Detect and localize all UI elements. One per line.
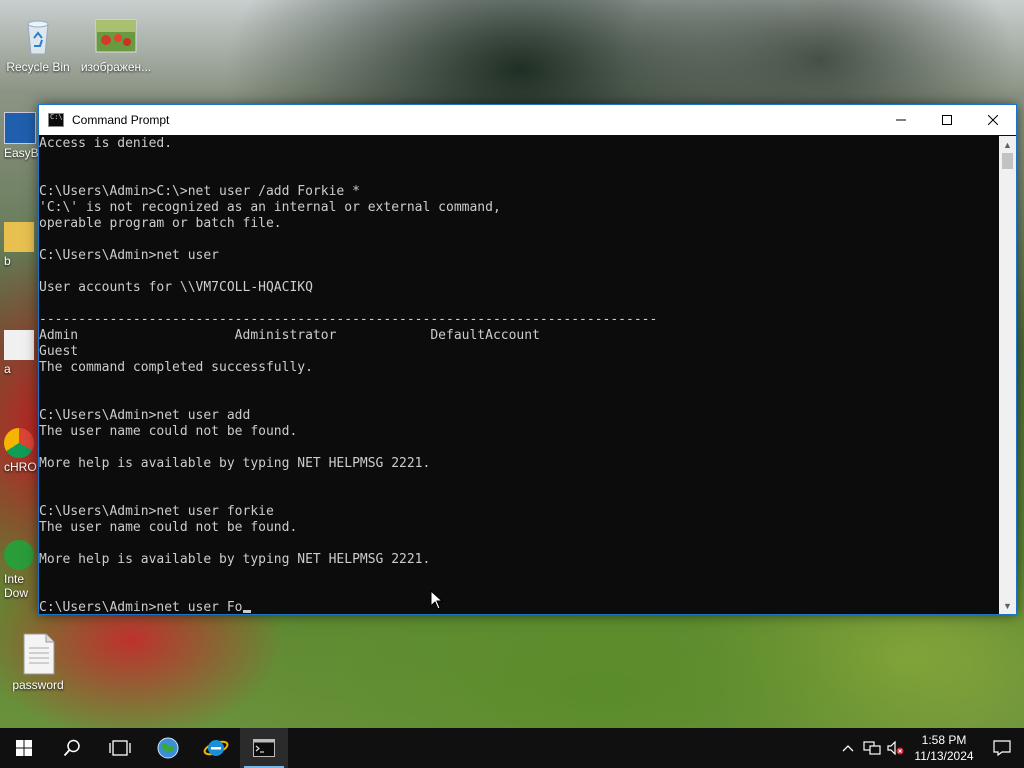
recycle-bin-icon xyxy=(16,14,60,58)
taskbar-app-browser[interactable] xyxy=(144,728,192,768)
task-view-icon xyxy=(109,740,131,756)
taskbar-app-cmd[interactable] xyxy=(240,728,288,768)
start-button[interactable] xyxy=(0,728,48,768)
document-icon xyxy=(4,330,34,360)
console-line: C:\Users\Admin>net user forkie xyxy=(39,504,274,519)
show-hidden-icons-button[interactable] xyxy=(836,728,860,768)
action-center-button[interactable] xyxy=(980,728,1024,768)
network-icon xyxy=(863,741,881,755)
console-line: operable program or batch file. xyxy=(39,216,282,231)
desktop-icon-label: a xyxy=(4,362,11,376)
console-line: User accounts for \\VM7COLL-HQACIKQ xyxy=(39,280,313,295)
scroll-down-button[interactable]: ▼ xyxy=(999,597,1016,614)
console-line: C:\Users\Admin>net user add xyxy=(39,408,251,423)
maximize-icon xyxy=(942,115,952,125)
notification-icon xyxy=(993,740,1011,756)
desktop-icon-label: Dow xyxy=(4,586,29,600)
cmd-window[interactable]: Command Prompt Access is denied. C:\User… xyxy=(38,104,1017,615)
title-bar[interactable]: Command Prompt xyxy=(39,105,1016,135)
scroll-up-button[interactable]: ▲ xyxy=(999,136,1016,153)
window-controls xyxy=(878,105,1016,135)
desktop-icon-password[interactable]: password xyxy=(2,632,74,692)
clock-time: 1:58 PM xyxy=(921,733,967,747)
task-view-button[interactable] xyxy=(96,728,144,768)
console-line: Admin Administrator DefaultAccount xyxy=(39,328,540,343)
desktop-icon-label: b xyxy=(4,254,11,268)
console-line: C:\Users\Admin>C:\>net user /add Forkie … xyxy=(39,184,360,199)
chevron-down-icon: ▼ xyxy=(1003,600,1012,611)
scrollbar-thumb[interactable] xyxy=(1002,153,1013,169)
text-file-icon xyxy=(16,632,60,676)
desktop-icon-label: Recycle Bin xyxy=(6,60,70,74)
close-icon xyxy=(988,115,998,125)
search-button[interactable] xyxy=(48,728,96,768)
console-line: C:\Users\Admin>net user xyxy=(39,248,220,263)
close-button[interactable] xyxy=(970,105,1016,135)
desktop-icon-recycle-bin[interactable]: Recycle Bin xyxy=(2,14,74,74)
maximize-button[interactable] xyxy=(924,105,970,135)
network-button[interactable] xyxy=(860,728,884,768)
globe-icon xyxy=(157,737,179,759)
console-line: ----------------------------------------… xyxy=(39,312,658,327)
console-line: 'C:\' is not recognized as an internal o… xyxy=(39,200,501,215)
desktop-icon-label: Inte xyxy=(4,572,25,586)
taskbar-app-ie[interactable] xyxy=(192,728,240,768)
desktop-icon-image-file[interactable]: изображен... xyxy=(80,14,152,74)
cmd-icon xyxy=(253,739,275,757)
taskbar: 1:58 PM 11/13/2024 xyxy=(0,728,1024,768)
console-line: The command completed successfully. xyxy=(39,360,313,375)
console-output[interactable]: Access is denied. C:\Users\Admin>C:\>net… xyxy=(39,136,999,614)
desktop-icon-label: изображен... xyxy=(80,60,152,74)
internet-explorer-icon xyxy=(203,740,229,756)
console-line: The user name could not be found. xyxy=(39,520,298,535)
desktop-icon-label: password xyxy=(12,678,64,692)
mouse-pointer-icon xyxy=(430,590,444,610)
console-line: The user name could not be found. xyxy=(39,424,298,439)
text-cursor xyxy=(242,610,251,613)
search-icon xyxy=(63,739,80,757)
volume-muted-icon xyxy=(887,741,904,755)
desktop-icon-label: EasyB xyxy=(4,146,39,160)
image-file-icon xyxy=(94,14,138,58)
vertical-scrollbar[interactable]: ▲ ▼ xyxy=(999,136,1016,614)
download-manager-icon xyxy=(4,540,34,570)
console-line: Access is denied. xyxy=(39,136,173,151)
console-line: More help is available by typing NET HEL… xyxy=(39,456,431,471)
volume-button[interactable] xyxy=(884,728,908,768)
desktop-icon-label: cHRO xyxy=(4,460,37,474)
clock[interactable]: 1:58 PM 11/13/2024 xyxy=(908,732,980,764)
system-tray: 1:58 PM 11/13/2024 xyxy=(836,728,1024,768)
console-text: Access is denied. C:\Users\Admin>C:\>net… xyxy=(39,136,657,614)
console-line: Guest xyxy=(39,344,79,359)
console-line: More help is available by typing NET HEL… xyxy=(39,552,431,567)
chevron-up-icon: ▲ xyxy=(1003,139,1012,150)
chevron-up-icon xyxy=(842,745,854,752)
folder-icon xyxy=(4,222,34,252)
clock-date: 11/13/2024 xyxy=(914,749,974,763)
cmd-icon xyxy=(48,113,64,127)
app-shortcut-icon xyxy=(4,112,36,144)
window-title: Command Prompt xyxy=(72,113,170,127)
minimize-button[interactable] xyxy=(878,105,924,135)
chrome-icon xyxy=(4,428,34,458)
minimize-icon xyxy=(896,119,906,121)
windows-logo-icon xyxy=(16,740,32,756)
console-input-line[interactable]: C:\Users\Admin>net user Fo xyxy=(39,600,243,614)
